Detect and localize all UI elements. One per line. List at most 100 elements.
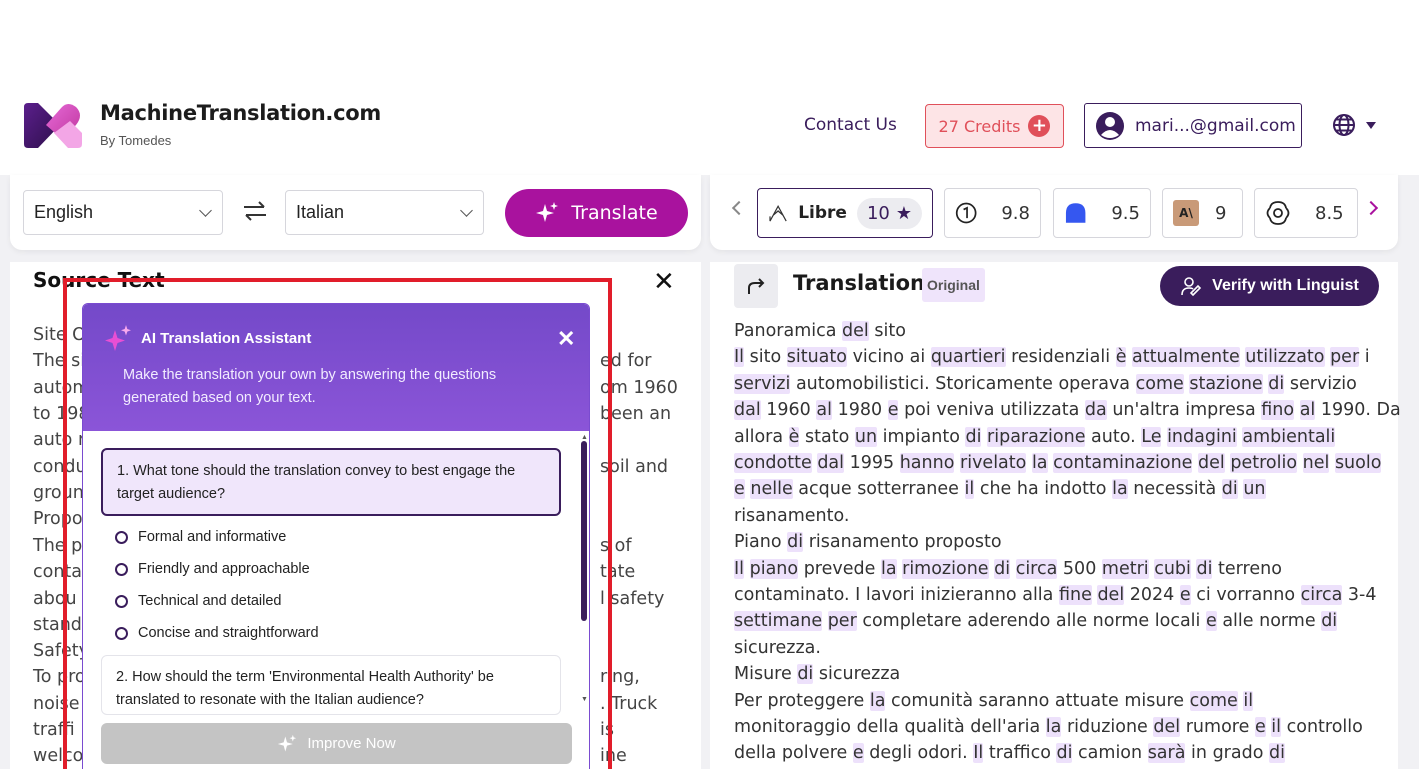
- engine-2[interactable]: 9.8: [944, 188, 1041, 238]
- retranslate-button[interactable]: [734, 264, 778, 308]
- highlighted-word[interactable]: rivelato: [960, 453, 1027, 473]
- engine-libre[interactable]: Libre 10 ★: [757, 188, 933, 238]
- highlighted-word[interactable]: circa: [1015, 558, 1058, 579]
- radio-icon[interactable]: [115, 562, 128, 576]
- radio-icon[interactable]: [115, 594, 128, 608]
- highlighted-word[interactable]: e: [852, 743, 864, 764]
- credits-button[interactable]: 27 Credits +: [925, 104, 1064, 148]
- highlighted-word[interactable]: fino: [1261, 400, 1295, 421]
- highlighted-word[interactable]: di: [965, 426, 982, 447]
- chevron-left-icon[interactable]: [731, 200, 747, 216]
- highlighted-word[interactable]: di: [1221, 479, 1238, 500]
- highlighted-word[interactable]: attualmente: [1132, 347, 1240, 368]
- chevron-right-icon[interactable]: [1363, 200, 1379, 216]
- highlighted-word[interactable]: contaminazione: [1053, 453, 1193, 473]
- highlighted-word[interactable]: il: [1271, 717, 1282, 737]
- original-badge[interactable]: Original: [922, 268, 985, 302]
- highlighted-word[interactable]: per: [1330, 347, 1360, 368]
- highlighted-word[interactable]: dal: [734, 400, 761, 421]
- highlighted-word[interactable]: la: [1045, 717, 1062, 737]
- translate-button[interactable]: Translate: [505, 189, 688, 237]
- highlighted-word[interactable]: la: [1112, 479, 1128, 500]
- highlighted-word[interactable]: indagini: [1167, 426, 1237, 447]
- highlighted-word[interactable]: quartieri: [930, 347, 1006, 368]
- highlighted-word[interactable]: come: [1135, 373, 1184, 394]
- highlighted-word[interactable]: e: [887, 400, 899, 421]
- highlighted-word[interactable]: del: [842, 321, 869, 341]
- contact-us-link[interactable]: Contact Us: [804, 115, 897, 135]
- highlighted-word[interactable]: servizi: [734, 373, 791, 394]
- verify-with-linguist-button[interactable]: Verify with Linguist: [1160, 266, 1379, 306]
- engine-3[interactable]: 9.5: [1053, 188, 1151, 238]
- language-menu[interactable]: [1332, 113, 1376, 137]
- highlighted-word[interactable]: di: [1268, 373, 1285, 394]
- radio-icon[interactable]: [115, 530, 128, 544]
- scroll-up-icon[interactable]: ▲: [581, 434, 588, 441]
- highlighted-word[interactable]: nelle: [750, 479, 793, 500]
- highlighted-word[interactable]: cubi: [1154, 558, 1191, 579]
- highlighted-word[interactable]: la: [880, 558, 897, 579]
- highlighted-word[interactable]: e: [734, 479, 745, 500]
- account-button[interactable]: mari...@gmail.com: [1084, 103, 1302, 148]
- highlighted-word[interactable]: e: [1254, 717, 1266, 737]
- highlighted-word[interactable]: di: [1321, 611, 1338, 632]
- highlighted-word[interactable]: rimozione: [902, 558, 989, 579]
- option-concise[interactable]: Concise and straightforward: [115, 625, 319, 641]
- highlighted-word[interactable]: dal: [817, 453, 845, 473]
- option-friendly[interactable]: Friendly and approachable: [115, 561, 310, 577]
- source-language-select[interactable]: English: [23, 190, 223, 235]
- highlighted-word[interactable]: di: [797, 664, 814, 685]
- highlighted-word[interactable]: stazione: [1189, 373, 1263, 394]
- highlighted-word[interactable]: settimane: [734, 611, 823, 632]
- highlighted-word[interactable]: fine: [1058, 585, 1092, 605]
- improve-now-button[interactable]: Improve Now: [101, 723, 572, 764]
- highlighted-word[interactable]: un: [1243, 479, 1266, 500]
- highlighted-word[interactable]: suolo: [1334, 453, 1382, 473]
- highlighted-word[interactable]: al: [816, 400, 832, 421]
- close-icon[interactable]: ✕: [653, 268, 675, 294]
- highlighted-word[interactable]: Le: [1141, 426, 1162, 447]
- highlighted-word[interactable]: un: [854, 426, 878, 447]
- highlighted-word[interactable]: nel: [1302, 453, 1330, 473]
- highlighted-word[interactable]: di: [994, 558, 1011, 579]
- brand-name[interactable]: MachineTranslation.com: [100, 101, 381, 125]
- highlighted-word[interactable]: riparazione: [987, 426, 1086, 447]
- target-language-select[interactable]: Italian: [285, 190, 484, 235]
- highlighted-word[interactable]: circa: [1300, 585, 1343, 605]
- highlighted-word[interactable]: Il: [973, 743, 984, 764]
- highlighted-word[interactable]: petrolio: [1230, 453, 1298, 473]
- close-icon[interactable]: ✕: [557, 326, 575, 352]
- highlighted-word[interactable]: da: [1084, 400, 1107, 421]
- engine-5[interactable]: 8.5: [1254, 188, 1358, 238]
- highlighted-word[interactable]: hanno: [899, 453, 955, 473]
- radio-icon[interactable]: [115, 626, 128, 640]
- highlighted-word[interactable]: la: [869, 690, 886, 711]
- highlighted-word[interactable]: condotte: [734, 453, 812, 473]
- highlighted-word[interactable]: e: [1205, 611, 1217, 632]
- highlighted-word[interactable]: la: [1031, 453, 1048, 473]
- highlighted-word[interactable]: piano: [749, 558, 799, 579]
- highlighted-word[interactable]: il: [1243, 690, 1254, 711]
- swap-languages-icon[interactable]: [242, 200, 268, 222]
- highlighted-word[interactable]: di: [1269, 743, 1285, 764]
- highlighted-word[interactable]: è: [788, 426, 800, 447]
- highlighted-word[interactable]: come: [1189, 690, 1238, 711]
- scroll-down-icon[interactable]: ▼: [581, 696, 588, 703]
- highlighted-word[interactable]: di: [1056, 743, 1073, 764]
- highlighted-word[interactable]: del: [1198, 453, 1225, 473]
- highlighted-word[interactable]: Il: [734, 347, 745, 368]
- highlighted-word[interactable]: del: [1153, 717, 1181, 737]
- scrollbar-thumb[interactable]: [581, 441, 587, 621]
- highlighted-word[interactable]: del: [1097, 585, 1125, 605]
- option-technical[interactable]: Technical and detailed: [115, 593, 282, 609]
- highlighted-word[interactable]: ambientali: [1242, 426, 1336, 447]
- highlighted-word[interactable]: al: [1299, 400, 1316, 421]
- option-formal[interactable]: Formal and informative: [115, 529, 286, 545]
- engine-4[interactable]: A\ 9: [1162, 188, 1243, 238]
- highlighted-word[interactable]: utilizzato: [1245, 347, 1325, 368]
- highlighted-word[interactable]: situato: [786, 347, 847, 368]
- highlighted-word[interactable]: il: [964, 479, 975, 500]
- highlighted-word[interactable]: per: [827, 611, 857, 632]
- highlighted-word[interactable]: sarà: [1147, 743, 1186, 764]
- highlighted-word[interactable]: di: [1196, 558, 1213, 579]
